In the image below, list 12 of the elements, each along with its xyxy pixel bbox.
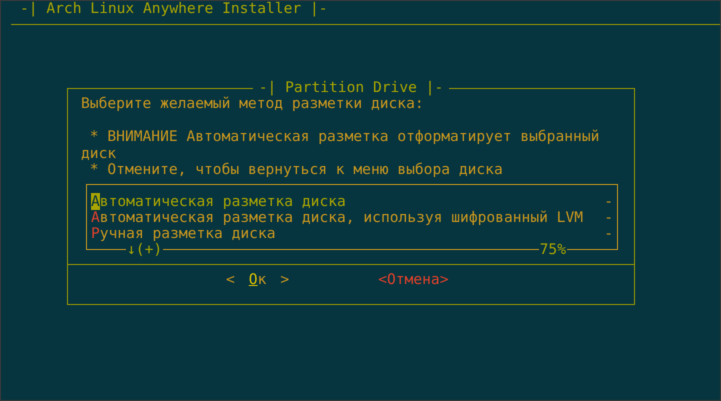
- dialog-title: -| Partition Drive |-: [252, 80, 450, 96]
- scroll-percent: 75%: [538, 242, 567, 258]
- cancel-button[interactable]: <Отмена>: [378, 272, 448, 289]
- menu-item[interactable]: Автоматическая разметка диска -: [91, 194, 613, 210]
- menu-item[interactable]: Ручная разметка диска -: [91, 226, 613, 242]
- scroll-indicator: ↓(+): [127, 242, 162, 258]
- ok-button[interactable]: < Ок >: [212, 272, 304, 289]
- window-title: -| Arch Linux Anywhere Installer |-: [20, 0, 328, 17]
- warning-note: * Отмените, чтобы вернуться к меню выбора диска: [88, 162, 504, 178]
- warning-note: * ВНИМАНИЕ Автоматическая разметка отформатирует выбранный диск: [81, 129, 600, 162]
- prompt-text: Выберите желаемый метод разметки диска:: [81, 96, 425, 112]
- menu-item[interactable]: Автоматическая разметка диска, используя шифрованный LVM -: [91, 210, 613, 226]
